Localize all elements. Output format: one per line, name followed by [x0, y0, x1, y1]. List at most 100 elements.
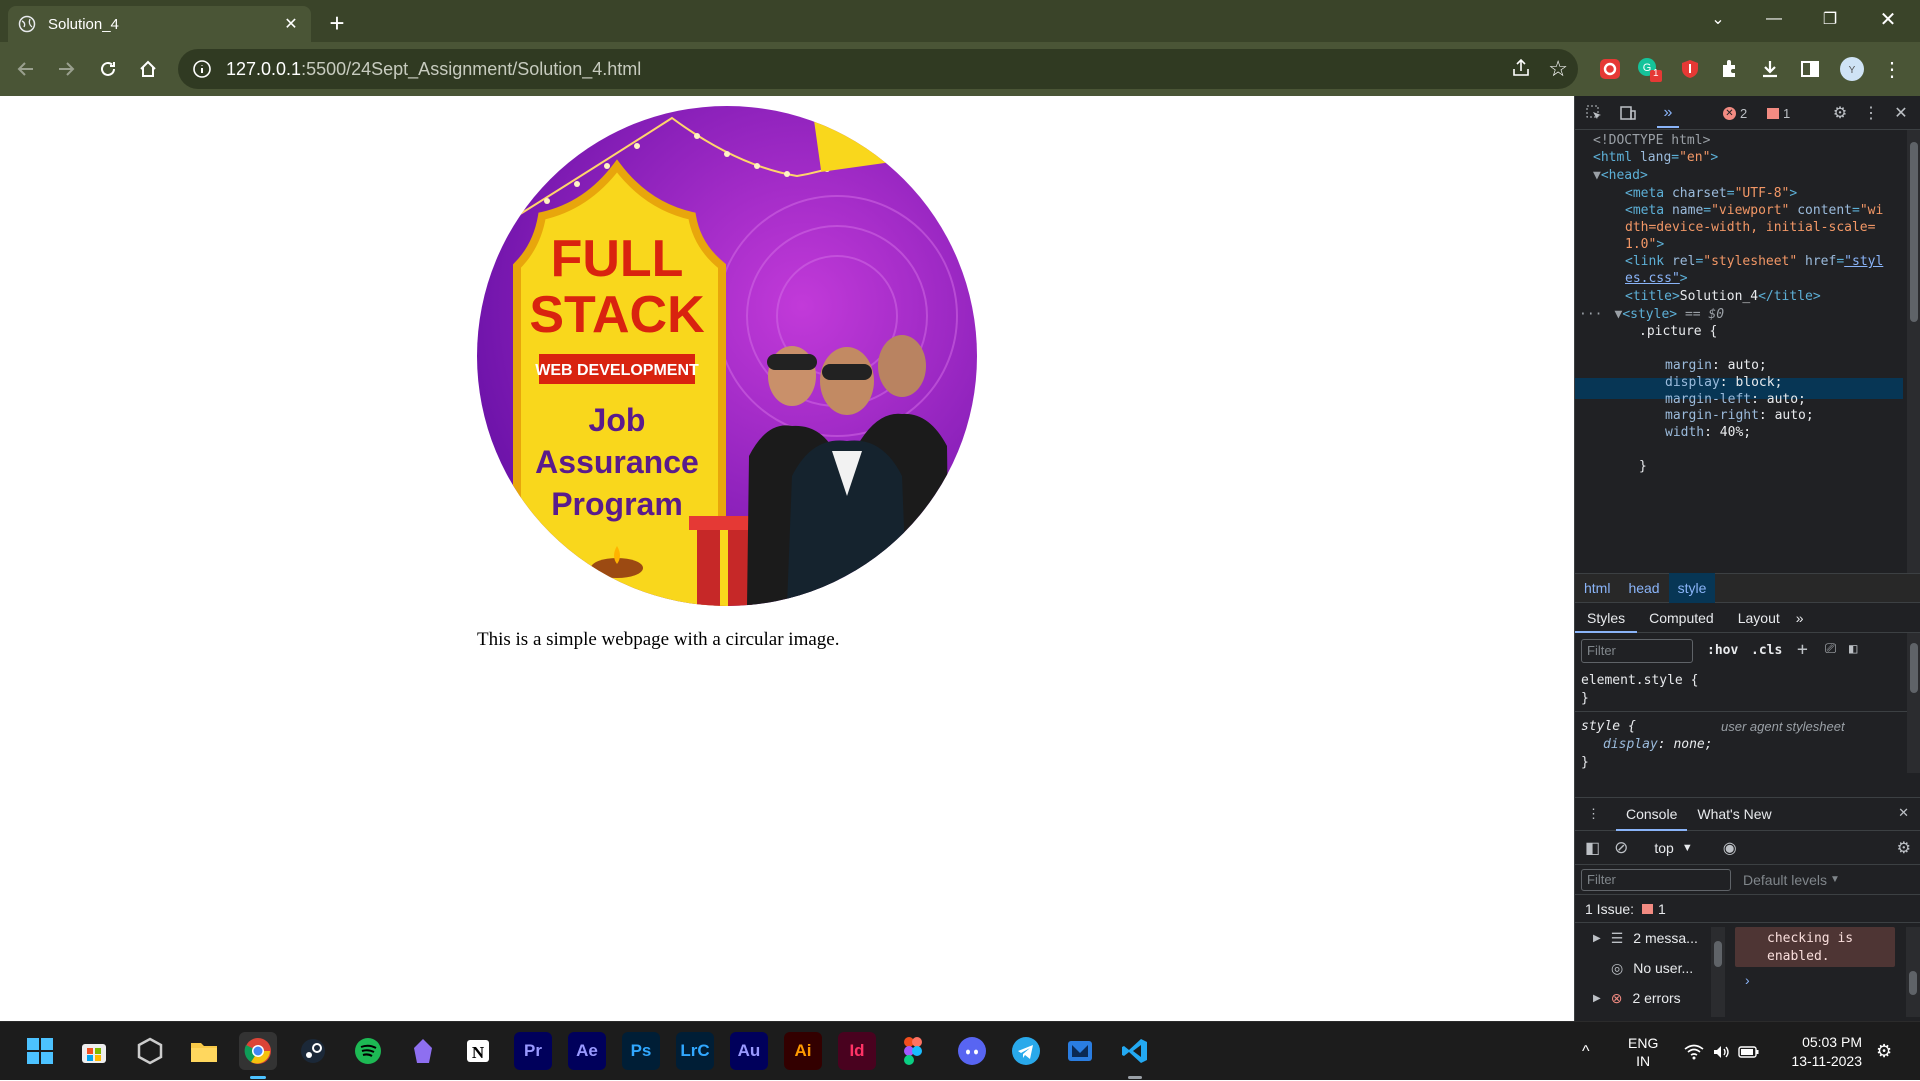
- unity-icon[interactable]: [131, 1032, 169, 1070]
- address-bar[interactable]: 127.0.0.1:5500/24Sept_Assignment/Solutio…: [178, 49, 1578, 89]
- add-rule-icon[interactable]: +: [1797, 639, 1808, 660]
- close-tab-icon[interactable]: ✕: [281, 14, 301, 34]
- breadcrumb-head[interactable]: head: [1619, 573, 1668, 603]
- store-icon[interactable]: [75, 1032, 113, 1070]
- app-icon[interactable]: [1061, 1032, 1099, 1070]
- file-explorer-icon[interactable]: [185, 1032, 223, 1070]
- devtools-menu-icon[interactable]: ⋮: [1860, 102, 1882, 124]
- windows-start-icon[interactable]: [21, 1032, 59, 1070]
- browser-tab[interactable]: Solution_4 ✕: [8, 6, 311, 42]
- obsidian-icon[interactable]: [404, 1032, 442, 1070]
- device-toolbar-icon[interactable]: [1617, 102, 1639, 124]
- breadcrumb-style[interactable]: style: [1668, 573, 1716, 603]
- eye-icon[interactable]: ◉: [1723, 838, 1737, 858]
- indesign-icon[interactable]: Id: [838, 1032, 876, 1070]
- tab-search-icon[interactable]: ⌄: [1690, 0, 1746, 38]
- close-window-button[interactable]: ✕: [1860, 0, 1916, 38]
- close-devtools-icon[interactable]: ✕: [1890, 102, 1912, 124]
- caret-down-icon[interactable]: ▼: [1830, 874, 1840, 885]
- close-drawer-icon[interactable]: ✕: [1898, 805, 1909, 821]
- after-effects-icon[interactable]: Ae: [568, 1032, 606, 1070]
- scrollbar-thumb[interactable]: [1910, 643, 1918, 693]
- photoshop-icon[interactable]: Ps: [622, 1032, 660, 1070]
- opera-extension-icon[interactable]: [1592, 50, 1628, 88]
- sidebar-icon[interactable]: [1792, 50, 1828, 88]
- grammarly-extension-icon[interactable]: G 1: [1632, 50, 1668, 88]
- styles-scrollbar[interactable]: [1907, 633, 1920, 773]
- tab-whats-new[interactable]: What's New: [1687, 797, 1781, 831]
- download-icon[interactable]: [1752, 50, 1788, 88]
- telegram-icon[interactable]: [1007, 1032, 1045, 1070]
- caret-down-icon[interactable]: ▼: [1682, 842, 1693, 854]
- tab-layout[interactable]: Layout: [1726, 603, 1792, 633]
- inspect-element-icon[interactable]: [1583, 102, 1605, 124]
- reload-button[interactable]: [88, 49, 128, 89]
- console-sidebar-icon[interactable]: ◧: [1585, 838, 1600, 858]
- expand-triangle-icon[interactable]: ▶: [1593, 933, 1601, 944]
- bookmark-star-icon[interactable]: ☆: [1548, 56, 1568, 82]
- audition-icon[interactable]: Au: [730, 1032, 768, 1070]
- profile-avatar[interactable]: Y: [1834, 50, 1870, 88]
- share-icon[interactable]: [1510, 57, 1532, 84]
- tab-computed[interactable]: Computed: [1637, 603, 1726, 633]
- settings-gear-icon[interactable]: ⚙: [1829, 102, 1851, 124]
- tab-console[interactable]: Console: [1616, 797, 1688, 831]
- tab-styles[interactable]: Styles: [1575, 603, 1638, 633]
- list-item[interactable]: ▶ ⊗ 2 errors: [1575, 983, 1725, 1013]
- forward-button[interactable]: [46, 49, 86, 89]
- minimize-button[interactable]: —: [1746, 0, 1802, 38]
- list-item[interactable]: ▶ ☰ 2 messa...: [1575, 923, 1725, 953]
- scrollbar-thumb[interactable]: [1910, 142, 1918, 322]
- language-indicator[interactable]: ENG IN: [1628, 1022, 1658, 1081]
- new-tab-button[interactable]: +: [322, 8, 352, 38]
- cls-button[interactable]: .cls: [1751, 643, 1782, 658]
- clear-console-icon[interactable]: ⊘: [1614, 838, 1628, 858]
- warning-counter[interactable]: 1: [1767, 102, 1807, 124]
- console-prompt-icon[interactable]: ›: [1745, 972, 1750, 988]
- notifications-icon[interactable]: ⚙: [1876, 1022, 1892, 1081]
- scrollbar-thumb[interactable]: [1909, 971, 1917, 995]
- vscode-icon[interactable]: [1116, 1032, 1154, 1070]
- toggle-sidebar-icon[interactable]: ◧: [1849, 641, 1857, 657]
- show-hidden-icons-icon[interactable]: ^: [1582, 1022, 1590, 1081]
- figma-icon[interactable]: [894, 1032, 932, 1070]
- clock[interactable]: 05:03 PM 13-11-2023: [1782, 1022, 1862, 1081]
- console-filter-input[interactable]: Filter: [1581, 868, 1731, 891]
- shield-extension-icon[interactable]: [1672, 50, 1708, 88]
- error-counter[interactable]: ✕ 2: [1723, 102, 1763, 124]
- hov-button[interactable]: :hov: [1707, 643, 1738, 658]
- chrome-menu-icon[interactable]: ⋮: [1874, 50, 1910, 88]
- steam-icon[interactable]: [294, 1032, 332, 1070]
- home-button[interactable]: [128, 49, 168, 89]
- system-tray-icons[interactable]: [1684, 1022, 1760, 1081]
- list-item[interactable]: ◎ No user...: [1575, 953, 1725, 983]
- illustrator-icon[interactable]: Ai: [784, 1032, 822, 1070]
- paint-icon[interactable]: ⎚: [1825, 641, 1836, 657]
- log-levels-select[interactable]: Default levels: [1743, 872, 1827, 888]
- more-panels-icon[interactable]: »: [1657, 100, 1679, 128]
- scrollbar-thumb[interactable]: [1714, 941, 1722, 967]
- breadcrumb-html[interactable]: html: [1575, 573, 1619, 603]
- premiere-pro-icon[interactable]: Pr: [514, 1032, 552, 1070]
- spotify-icon[interactable]: [349, 1032, 387, 1070]
- restore-button[interactable]: ❐: [1802, 0, 1858, 38]
- context-select[interactable]: top: [1654, 840, 1673, 856]
- expand-triangle-icon[interactable]: ▼: [1593, 168, 1601, 183]
- ellipsis-icon[interactable]: ···: [1579, 307, 1602, 322]
- console-settings-icon[interactable]: ⚙: [1897, 838, 1911, 858]
- styles-filter-input[interactable]: Filter: [1581, 639, 1693, 663]
- expand-triangle-icon[interactable]: ▶: [1593, 993, 1601, 1004]
- notion-icon[interactable]: N: [459, 1032, 497, 1070]
- link-href-val-2[interactable]: es.css": [1625, 271, 1680, 286]
- link-href-val-1[interactable]: "styl: [1844, 254, 1883, 269]
- drawer-menu-icon[interactable]: ⋮: [1587, 806, 1600, 822]
- discord-icon[interactable]: [953, 1032, 991, 1070]
- console-scrollbar[interactable]: [1906, 927, 1920, 1017]
- elements-scrollbar[interactable]: [1907, 130, 1920, 573]
- puzzle-extensions-icon[interactable]: [1712, 50, 1748, 88]
- back-button[interactable]: [6, 49, 46, 89]
- list-scrollbar[interactable]: [1711, 927, 1725, 1017]
- lightroom-classic-icon[interactable]: LrC: [676, 1032, 714, 1070]
- chrome-icon[interactable]: [239, 1032, 277, 1070]
- more-tabs-icon[interactable]: »: [1792, 603, 1808, 633]
